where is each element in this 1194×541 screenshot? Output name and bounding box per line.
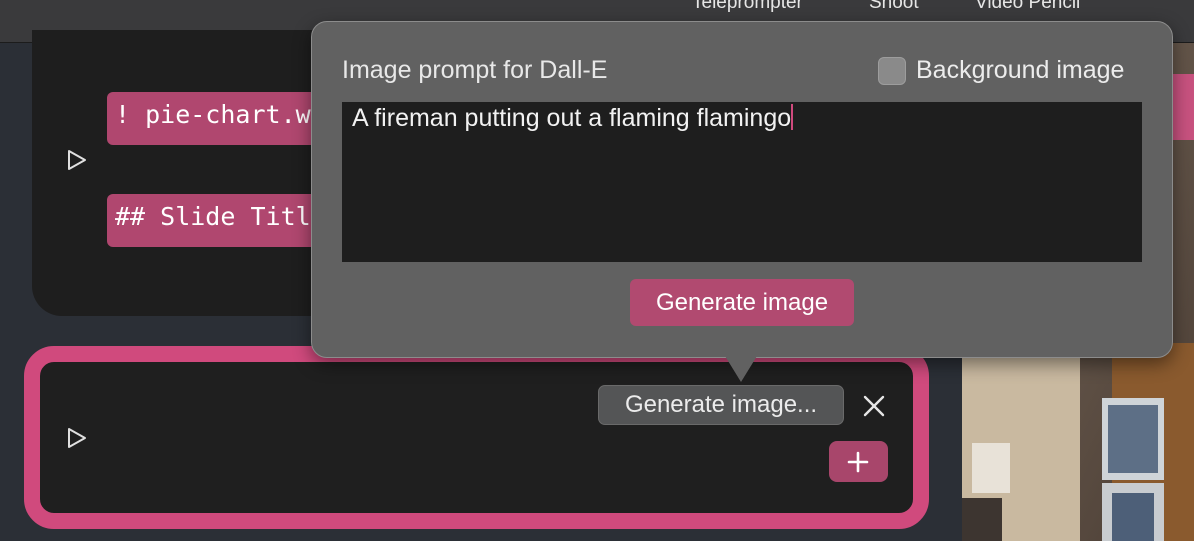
add-slide-button[interactable] xyxy=(829,441,888,482)
play-icon[interactable] xyxy=(66,427,88,449)
background-image-label[interactable]: Background image xyxy=(916,56,1124,85)
text-caret xyxy=(791,104,794,130)
tab-video-pencil[interactable]: Video Pencil xyxy=(975,0,1080,14)
popover-arrow xyxy=(725,356,757,382)
generate-image-button[interactable]: Generate image xyxy=(630,279,854,326)
plus-icon xyxy=(847,451,869,473)
image-prompt-text: A fireman putting out a flaming flamingo xyxy=(352,104,792,132)
background-image-checkbox[interactable] xyxy=(878,57,906,85)
close-icon[interactable] xyxy=(860,392,888,420)
tab-shoot[interactable]: Shoot xyxy=(869,0,919,14)
code-line-title[interactable]: ## Slide Titl xyxy=(107,194,319,247)
code-line-image[interactable]: ! pie-chart.w xyxy=(107,92,319,145)
image-prompt-input[interactable]: A fireman putting out a flaming flamingo xyxy=(342,102,1142,262)
active-slide-card[interactable] xyxy=(24,346,929,529)
play-icon[interactable] xyxy=(66,149,88,171)
tab-teleprompter[interactable]: Teleprompter xyxy=(692,0,803,14)
generate-image-chip[interactable]: Generate image... xyxy=(598,385,844,425)
image-prompt-label: Image prompt for Dall-E xyxy=(342,56,608,84)
